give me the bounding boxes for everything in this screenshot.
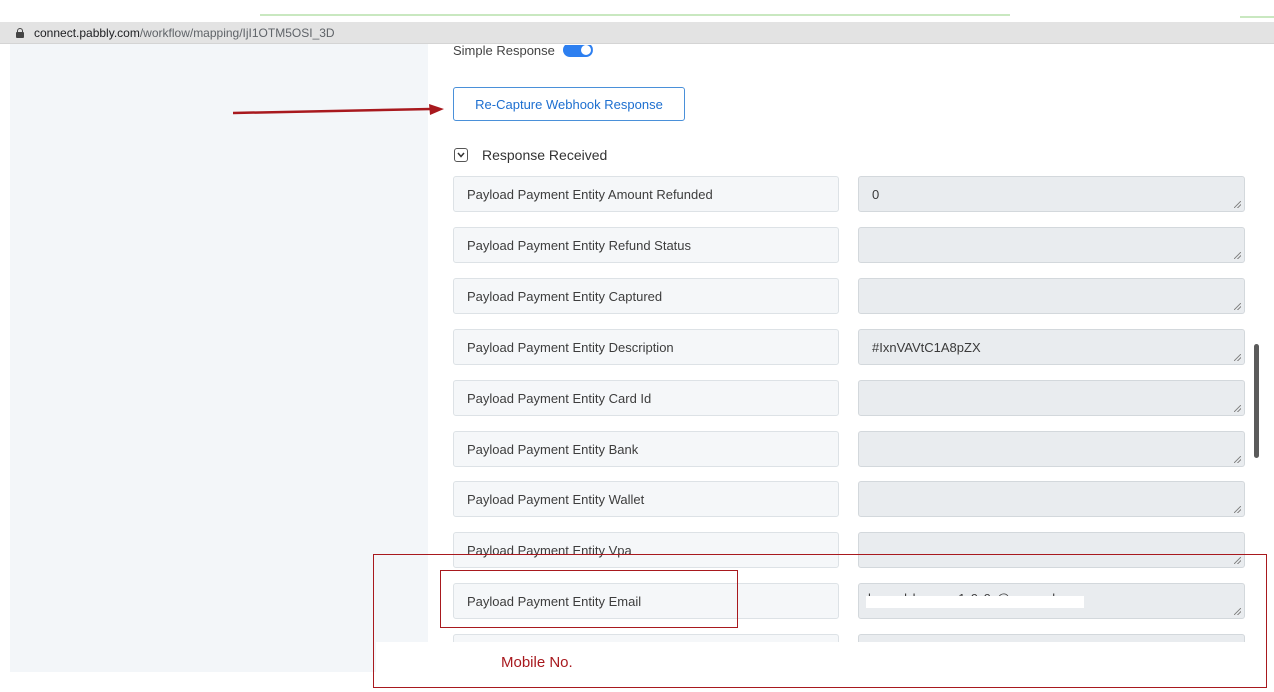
chevron-down-icon[interactable] bbox=[454, 148, 468, 162]
field-value-input[interactable] bbox=[858, 481, 1245, 517]
field-label: Payload Payment Entity Wallet bbox=[453, 481, 839, 517]
annotation-mobile-label: Mobile No. bbox=[501, 654, 573, 671]
field-value-input[interactable] bbox=[858, 380, 1245, 416]
field-value-text: #IxnVAVtC1A8pZX bbox=[872, 339, 981, 355]
lock-icon bbox=[16, 28, 24, 38]
top-accent-line-right bbox=[1240, 16, 1274, 18]
field-label: Payload Payment Entity Bank bbox=[453, 431, 839, 467]
response-received-label: Response Received bbox=[482, 147, 608, 163]
annotation-box-email bbox=[440, 570, 738, 628]
field-label: Payload Payment Entity Captured bbox=[453, 278, 839, 314]
top-accent-line bbox=[260, 14, 1010, 16]
field-value-input[interactable] bbox=[858, 431, 1245, 467]
field-value-input[interactable]: #IxnVAVtC1A8pZX bbox=[858, 329, 1245, 365]
field-label: Payload Payment Entity Description bbox=[453, 329, 839, 365]
simple-response-toggle[interactable] bbox=[562, 45, 593, 57]
response-received-toggle[interactable]: Response Received bbox=[454, 147, 607, 163]
url-domain: connect.pabbly.com bbox=[34, 25, 140, 40]
field-label: Payload Payment Entity Refund Status bbox=[453, 227, 839, 263]
field-value-text: 0 bbox=[872, 186, 880, 202]
scrollbar-thumb[interactable] bbox=[1254, 344, 1259, 458]
address-bar[interactable]: connect.pabbly.com/workflow/mapping/IjI1… bbox=[0, 22, 1274, 44]
field-label: Payload Payment Entity Amount Refunded bbox=[453, 176, 839, 212]
url-path: /workflow/mapping/IjI1OTM5OSI_3D bbox=[139, 25, 335, 40]
recapture-webhook-button[interactable]: Re-Capture Webhook Response bbox=[453, 87, 685, 121]
annotation-arrow bbox=[233, 104, 444, 115]
left-panel bbox=[10, 44, 428, 672]
field-value-input[interactable] bbox=[858, 278, 1245, 314]
field-label: Payload Payment Entity Card Id bbox=[453, 380, 839, 416]
field-value-input[interactable]: 0 bbox=[858, 176, 1245, 212]
field-value-input[interactable] bbox=[858, 227, 1245, 263]
